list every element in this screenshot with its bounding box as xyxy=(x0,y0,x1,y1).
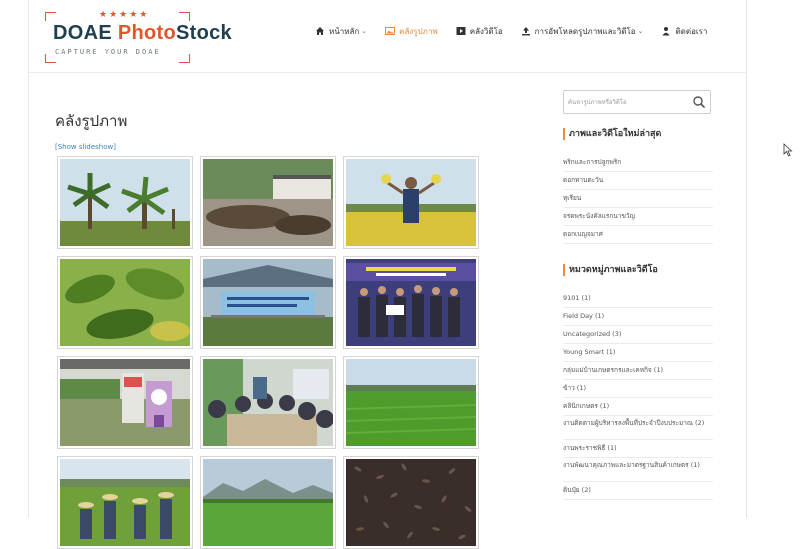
recent-item[interactable]: ดอกทานตะวัน xyxy=(563,172,713,190)
gallery-thumbnail-rice-grains[interactable] xyxy=(343,456,479,549)
main-nav: หน้าหลัก ⌄ คลังรูปภาพ คลังวิดีโอ การอัพโ… xyxy=(315,20,725,42)
gallery-thumbnail-event-banner[interactable] xyxy=(200,256,336,349)
nav-label-photo-gallery: คลังรูปภาพ xyxy=(399,26,438,36)
gallery-thumbnail-rice-paddy[interactable] xyxy=(343,356,479,449)
logo-brand-part1: DOAE xyxy=(53,22,118,44)
upload-icon xyxy=(521,26,531,36)
category-item[interactable]: ข้าว (1) xyxy=(563,380,713,398)
recent-item[interactable]: ทุเรียน xyxy=(563,190,713,208)
recent-list: พริกและการปลูกพริก ดอกทานตะวัน ทุเรียน จ… xyxy=(563,154,713,244)
sidebar: ภาพและวิดีโอใหม่ล่าสุด พริกและการปลูกพริ… xyxy=(563,90,713,500)
category-item[interactable]: คลินิกเกษตร (1) xyxy=(563,398,713,416)
search-icon[interactable] xyxy=(692,95,706,109)
gallery-thumbnail-farmers-in-field[interactable] xyxy=(57,456,193,549)
video-icon xyxy=(456,26,466,36)
gallery-thumbnail-greenhouse-exhibition[interactable] xyxy=(57,356,193,449)
logo-corner xyxy=(179,54,190,63)
nav-label-upload: การอัพโหลดรูปภาพและวิดีโอ xyxy=(534,26,636,36)
category-widget-title: หมวดหมู่ภาพและวิดีโอ xyxy=(563,264,713,276)
search-box xyxy=(563,90,711,114)
photo-gallery-grid xyxy=(57,156,479,549)
logo-corner xyxy=(45,12,56,21)
chevron-down-icon: ⌄ xyxy=(361,27,368,35)
nav-label-contact: ติดต่อเรา xyxy=(675,26,708,36)
category-item[interactable]: ดินปุ๋ย (2) xyxy=(563,482,713,500)
site-logo[interactable]: ★★★★★ DOAE PhotoStock CAPTURE YOUR DOAE xyxy=(41,4,232,64)
show-slideshow-link[interactable]: [Show slideshow] xyxy=(55,143,116,151)
gallery-thumbnail-man-in-flower-field[interactable] xyxy=(343,156,479,249)
logo-brand-part3: Stock xyxy=(176,22,232,44)
contact-icon xyxy=(661,26,671,36)
page-frame-right xyxy=(746,0,747,518)
image-icon xyxy=(385,26,396,36)
gallery-thumbnail-palm-fruit-pile[interactable] xyxy=(200,156,336,249)
page-frame-left xyxy=(28,0,29,518)
category-item[interactable]: งานพัฒนาคุณภาพและมาตรฐานสินค้าเกษตร (1) xyxy=(563,458,713,482)
category-item[interactable]: งานติดตามผู้บริหารลงพื้นที่ประจำปีงบประม… xyxy=(563,416,713,440)
home-icon xyxy=(315,26,325,36)
recent-item[interactable]: ดอกเบญจมาศ xyxy=(563,226,713,244)
nav-label-home: หน้าหลัก xyxy=(329,26,360,36)
logo-wordmark: DOAE PhotoStock xyxy=(53,22,232,45)
logo-stars: ★★★★★ xyxy=(99,10,150,20)
category-item[interactable]: Field Day (1) xyxy=(563,308,713,326)
gallery-thumbnail-oil-palm[interactable] xyxy=(57,156,193,249)
gallery-thumbnail-group-meeting[interactable] xyxy=(200,356,336,449)
category-item[interactable]: Young Smart (1) xyxy=(563,344,713,362)
page-title: คลังรูปภาพ xyxy=(55,112,128,131)
nav-item-upload[interactable]: การอัพโหลดรูปภาพและวิดีโอ ⌄ xyxy=(521,25,644,38)
logo-corner xyxy=(179,12,190,21)
nav-item-photo-gallery[interactable]: คลังรูปภาพ xyxy=(385,25,438,38)
category-list: 9101 (1) Field Day (1) Uncategorized (3)… xyxy=(563,290,713,500)
logo-tagline: CAPTURE YOUR DOAE xyxy=(55,48,161,56)
recent-item[interactable]: พริกและการปลูกพริก xyxy=(563,154,713,172)
category-item[interactable]: Uncategorized (3) xyxy=(563,326,713,344)
nav-item-home[interactable]: หน้าหลัก ⌄ xyxy=(315,25,367,38)
site-header: ★★★★★ DOAE PhotoStock CAPTURE YOUR DOAE … xyxy=(29,0,746,73)
gallery-thumbnail-green-leaves[interactable] xyxy=(57,256,193,349)
mouse-cursor-icon xyxy=(783,143,793,157)
nav-item-video-gallery[interactable]: คลังวิดีโอ xyxy=(456,25,503,38)
category-item[interactable]: งานพระราชพิธี (1) xyxy=(563,440,713,458)
category-item[interactable]: กลุ่มแม่บ้านเกษตรกรและเคหกิจ (1) xyxy=(563,362,713,380)
category-item[interactable]: 9101 (1) xyxy=(563,290,713,308)
search-input[interactable] xyxy=(564,91,686,113)
chevron-down-icon: ⌄ xyxy=(637,27,644,35)
nav-item-contact[interactable]: ติดต่อเรา xyxy=(661,25,707,38)
recent-item[interactable]: จรดพระนังคัลแรกนาขวัญ xyxy=(563,208,713,226)
nav-label-video-gallery: คลังวิดีโอ xyxy=(469,26,503,36)
gallery-thumbnail-paddy-landscape[interactable] xyxy=(200,456,336,549)
logo-brand-part2: Photo xyxy=(117,22,176,44)
gallery-thumbnail-field-day-group[interactable] xyxy=(343,256,479,349)
recent-widget-title: ภาพและวิดีโอใหม่ล่าสุด xyxy=(563,128,713,140)
